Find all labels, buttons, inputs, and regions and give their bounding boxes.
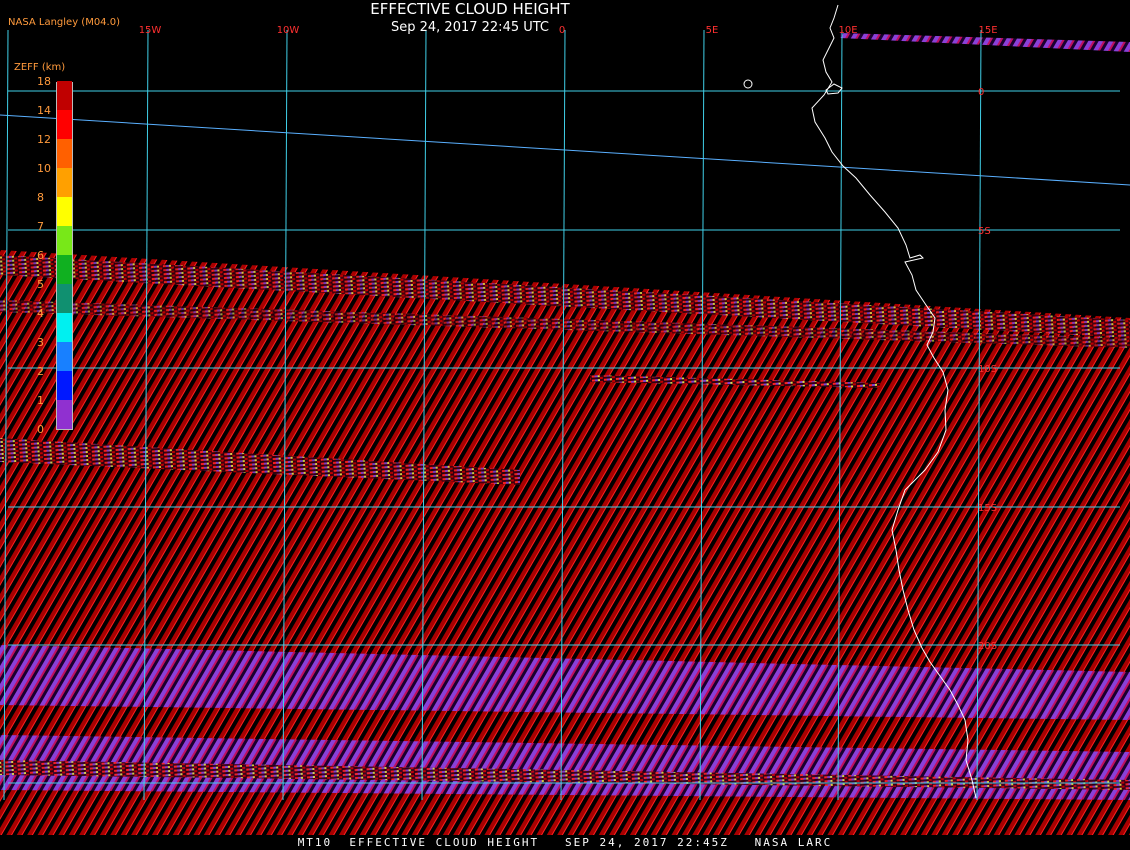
latitude-label: 10S [978, 364, 997, 375]
footer-caption: MT10 EFFECTIVE CLOUD HEIGHT SEP 24, 2017… [297, 836, 833, 849]
color-scale-tick: 7 [37, 220, 44, 233]
latitude-label: 20S [978, 641, 997, 652]
color-scale-tick: 18 [37, 75, 51, 88]
color-scale-segment [57, 312, 72, 342]
color-scale-tick: 0 [37, 423, 44, 436]
color-scale-tick: 8 [37, 191, 44, 204]
color-scale-tick: 14 [37, 104, 51, 117]
color-scale-tick: 3 [37, 336, 44, 349]
color-scale-tick: 12 [37, 133, 51, 146]
color-scale-tick: 1 [37, 394, 44, 407]
color-scale-segment [57, 283, 72, 313]
latitude-label: 5S [978, 226, 991, 237]
color-scale-segment [57, 341, 72, 371]
color-scale-segment [57, 399, 72, 429]
color-scale-segment [57, 225, 72, 255]
color-scale-tick: 4 [37, 307, 44, 320]
latitude-label: 0 [978, 87, 984, 98]
legend-title: ZEFF (km) [14, 62, 66, 73]
color-scale-tick: 10 [37, 162, 51, 175]
color-scale-tick: 2 [37, 365, 44, 378]
color-scale-segment [57, 167, 72, 197]
map-title: EFFECTIVE CLOUD HEIGHT [370, 0, 570, 18]
color-scale-tick: 5 [37, 278, 44, 291]
color-scale-bar [56, 80, 73, 430]
color-scale-segment [57, 109, 72, 139]
map-subtitle: Sep 24, 2017 22:45 UTC [390, 20, 550, 35]
color-scale-segment [57, 138, 72, 168]
provider-label: NASA Langley (M04.0) [8, 17, 120, 28]
color-scale-segment [57, 80, 72, 110]
color-scale-tick: 6 [37, 249, 44, 262]
satellite-map: 15W 10W 0 5E 10E 15E 0 5S 10S 15S 20S EFFECTIVE CL… [0, 0, 1130, 850]
color-scale-segment [57, 370, 72, 400]
color-scale-segment [57, 254, 72, 284]
color-scale-segment [57, 196, 72, 226]
map-canvas: 15W 10W 0 5E 10E 15E05S10S15S20S [0, 0, 1130, 835]
latitude-label: 15S [978, 503, 997, 514]
longitude-label: 15E [978, 25, 997, 36]
